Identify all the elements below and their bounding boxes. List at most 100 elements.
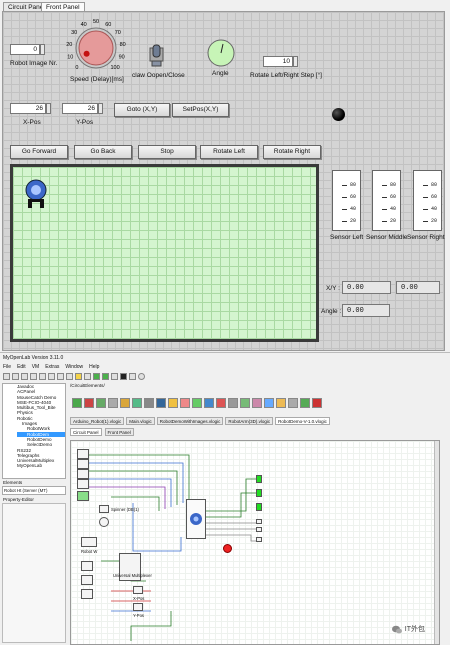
input-block[interactable] (77, 469, 89, 479)
goto-xy-button[interactable]: Goto (X,Y) (114, 103, 170, 117)
palette-icon[interactable] (108, 398, 118, 408)
paste-icon[interactable] (48, 373, 55, 380)
input-block[interactable] (81, 575, 93, 585)
sub-tab-circuit-panel[interactable]: Circuit Panel (70, 428, 102, 436)
palette-icon[interactable] (252, 398, 262, 408)
doc-tab[interactable]: Main.vlogic (126, 417, 155, 425)
x-pos-spinner[interactable] (46, 103, 51, 114)
doc-tab[interactable]: RobotDemoWithImages.vlogic (156, 417, 224, 425)
palette-icon[interactable] (132, 398, 142, 408)
menu-edit[interactable]: Edit (17, 364, 26, 370)
robot-block[interactable] (186, 499, 206, 539)
robot-image-nr-field[interactable]: 0 (10, 44, 40, 55)
claw-toggle-switch[interactable] (147, 44, 167, 68)
menu-vm[interactable]: VM (32, 364, 40, 370)
open-icon[interactable] (12, 373, 19, 380)
palette-icon[interactable] (72, 398, 82, 408)
cut-icon[interactable] (30, 373, 37, 380)
angle-readout: 0.00 (342, 304, 390, 317)
grid-icon[interactable] (84, 373, 91, 380)
redo-icon[interactable] (66, 373, 73, 380)
project-tree: Javadoc ACPanel MouseCatch Demo MSE-FCIO… (2, 383, 66, 479)
setpos-xy-button[interactable]: SetPos(X,Y) (172, 103, 229, 117)
doc-tab[interactable]: Arduino_Robot(1).vlogic (70, 417, 125, 425)
palette-icon[interactable] (180, 398, 190, 408)
pause-icon[interactable] (111, 373, 118, 380)
menu-extras[interactable]: Extras (45, 364, 59, 370)
menu-file[interactable]: File (3, 364, 11, 370)
meter-tick: 20 (341, 218, 356, 224)
doc-tab[interactable]: RobotArm(3D).vlogic (225, 417, 274, 425)
folder-icon[interactable] (75, 373, 82, 380)
input-block[interactable] (81, 589, 93, 599)
rotate-step-spinner[interactable] (293, 56, 298, 67)
save-icon[interactable] (21, 373, 28, 380)
spinner-block[interactable] (99, 505, 109, 513)
meter-tick: 60 (341, 194, 356, 200)
palette-icon[interactable] (96, 398, 106, 408)
tree-item[interactable]: MyOpenLab (17, 463, 65, 468)
rotate-left-button[interactable]: Rotate Left (200, 145, 258, 159)
input-block[interactable] (77, 459, 89, 469)
palette-icon[interactable] (228, 398, 238, 408)
knob-block[interactable] (99, 517, 109, 527)
palette-icon[interactable] (312, 398, 322, 408)
watermark: IT外包 (391, 624, 425, 634)
palette-icon[interactable] (288, 398, 298, 408)
stop-icon[interactable] (120, 373, 127, 380)
palette-icon[interactable] (216, 398, 226, 408)
palette-icon[interactable] (120, 398, 130, 408)
input-block[interactable] (77, 449, 89, 459)
info-icon[interactable] (138, 373, 145, 380)
y-pos-field[interactable]: 26 (62, 103, 98, 114)
undo-icon[interactable] (57, 373, 64, 380)
input-block[interactable] (77, 479, 89, 489)
sensor-right-label: Sensor Right (407, 234, 445, 241)
speed-knob[interactable]: 010 20 30 40 50 60 70 80 90 100 (62, 14, 130, 78)
ypos-block[interactable] (133, 603, 143, 611)
new-icon[interactable] (3, 373, 10, 380)
circuit-canvas[interactable]: Spinner (DB(1) Robot W Universal Multipl… (70, 440, 440, 645)
palette-icon[interactable] (204, 398, 214, 408)
rotate-step-field[interactable]: 10 (263, 56, 293, 67)
robot-w-block[interactable] (81, 537, 97, 547)
meter-tick: 20 (422, 218, 437, 224)
property-editor[interactable] (2, 503, 66, 643)
palette-icon[interactable] (192, 398, 202, 408)
palette-icon[interactable] (240, 398, 250, 408)
go-back-button[interactable]: Go Back (74, 145, 132, 159)
robot-icon[interactable] (24, 179, 48, 209)
palette-icon[interactable] (276, 398, 286, 408)
debug-icon[interactable] (102, 373, 109, 380)
x-pos-field[interactable]: 26 (10, 103, 46, 114)
speed-tick-label: 50 (93, 19, 99, 25)
xpos-block[interactable] (133, 586, 143, 594)
palette-icon[interactable] (156, 398, 166, 408)
palette-icon[interactable] (84, 398, 94, 408)
angle-gauge[interactable] (206, 38, 236, 68)
stop-button[interactable]: Stop (138, 145, 196, 159)
y-pos-spinner[interactable] (98, 103, 103, 114)
meter-tick: 60 (381, 194, 396, 200)
step-icon[interactable] (129, 373, 136, 380)
canvas-scrollbar[interactable] (434, 441, 439, 644)
robot-arena-grid (13, 167, 316, 339)
palette-icon[interactable] (300, 398, 310, 408)
selected-element[interactable]: Robot Ht (Server (MT) (2, 486, 66, 495)
palette-icon[interactable] (264, 398, 274, 408)
menu-help[interactable]: Help (89, 364, 99, 370)
doc-tab-active[interactable]: RobotDemo-V-1.0.vlogic (275, 417, 330, 425)
copy-icon[interactable] (39, 373, 46, 380)
go-forward-button[interactable]: Go Forward (10, 145, 68, 159)
sub-tab-front-panel[interactable]: Front Panel (104, 428, 134, 436)
run-icon[interactable] (93, 373, 100, 380)
menu-window[interactable]: Window (65, 364, 83, 370)
robot-arena[interactable] (10, 164, 319, 342)
palette-icon[interactable] (168, 398, 178, 408)
input-block[interactable] (81, 561, 93, 571)
rotate-right-button[interactable]: Rotate Right (263, 145, 321, 159)
palette-icon[interactable] (144, 398, 154, 408)
input-block[interactable] (77, 491, 89, 501)
robot-image-nr-spinner[interactable] (40, 44, 45, 55)
claw-label: claw Oopen/Close (132, 72, 185, 79)
